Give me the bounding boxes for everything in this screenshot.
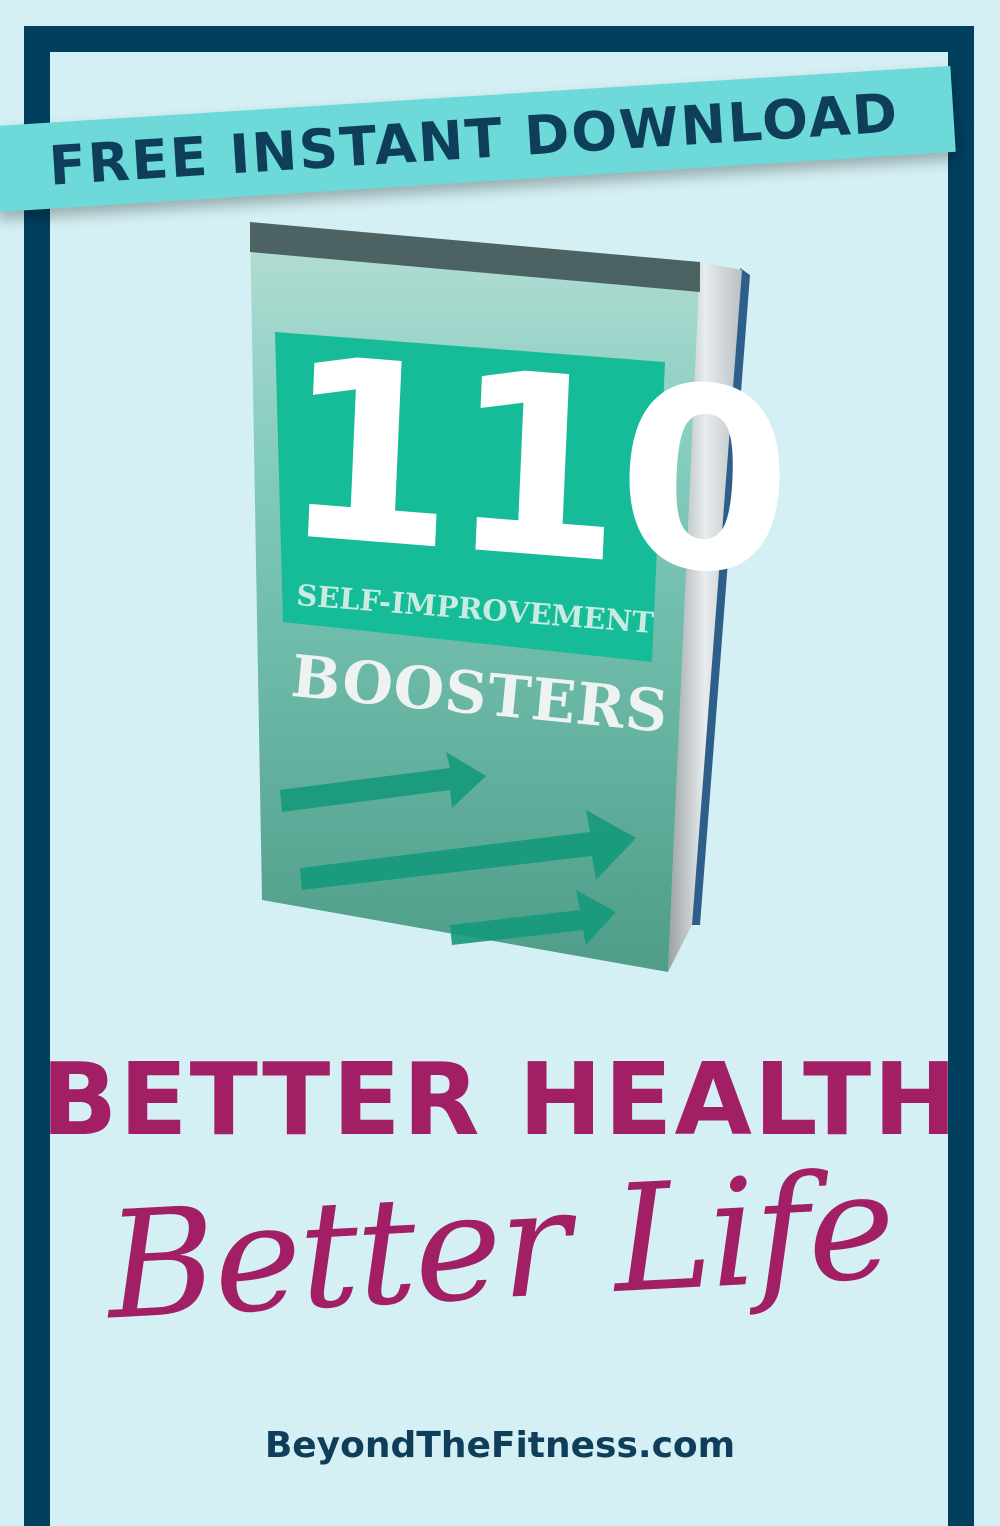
headline-better-health: BETTER HEALTH <box>41 1041 959 1158</box>
book-number: 110 <box>276 302 792 633</box>
website-link[interactable]: BeyondTheFitness.com <box>0 1425 1000 1466</box>
